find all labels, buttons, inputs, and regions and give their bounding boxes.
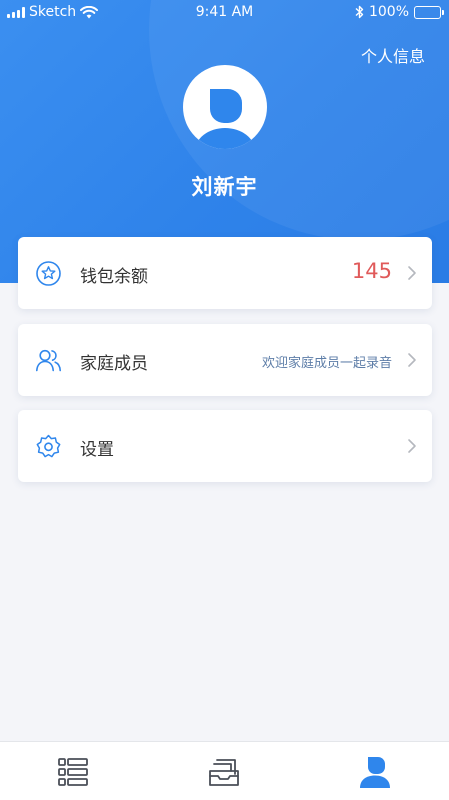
chevron-right-icon xyxy=(408,353,416,367)
battery-percent: 100% xyxy=(368,4,409,20)
user-icon xyxy=(360,757,390,788)
coin-icon xyxy=(36,261,61,286)
settings-item[interactable]: 设置 xyxy=(18,410,432,482)
list-icon xyxy=(58,758,88,786)
user-avatar-icon xyxy=(195,89,255,149)
family-members-item[interactable]: 家庭成员 欢迎家庭成员一起录音 xyxy=(18,324,432,396)
tab-list[interactable] xyxy=(55,754,91,790)
tab-inbox[interactable] xyxy=(206,754,242,790)
chevron-right-icon xyxy=(408,266,416,280)
status-right: 100% xyxy=(355,4,444,20)
gear-icon xyxy=(36,434,61,458)
battery-icon xyxy=(414,5,444,19)
chevron-right-icon xyxy=(408,439,416,453)
wallet-balance-item[interactable]: 钱包余额 145 xyxy=(18,237,432,309)
settings-label: 设置 xyxy=(80,440,114,460)
inbox-stack-icon xyxy=(209,759,239,786)
family-hint: 欢迎家庭成员一起录音 xyxy=(261,356,392,371)
users-icon xyxy=(36,349,61,372)
personal-info-link[interactable]: 个人信息 xyxy=(361,43,425,67)
avatar[interactable] xyxy=(183,65,267,149)
bottom-tab-bar xyxy=(0,741,449,800)
tab-profile[interactable] xyxy=(357,754,393,790)
user-name: 刘新宇 xyxy=(191,175,258,199)
wallet-label: 钱包余额 xyxy=(80,267,148,287)
bluetooth-icon xyxy=(355,5,364,19)
wallet-value: 145 xyxy=(351,259,392,283)
family-label: 家庭成员 xyxy=(80,354,148,374)
status-bar: Sketch 9:41 AM 100% xyxy=(0,0,449,26)
